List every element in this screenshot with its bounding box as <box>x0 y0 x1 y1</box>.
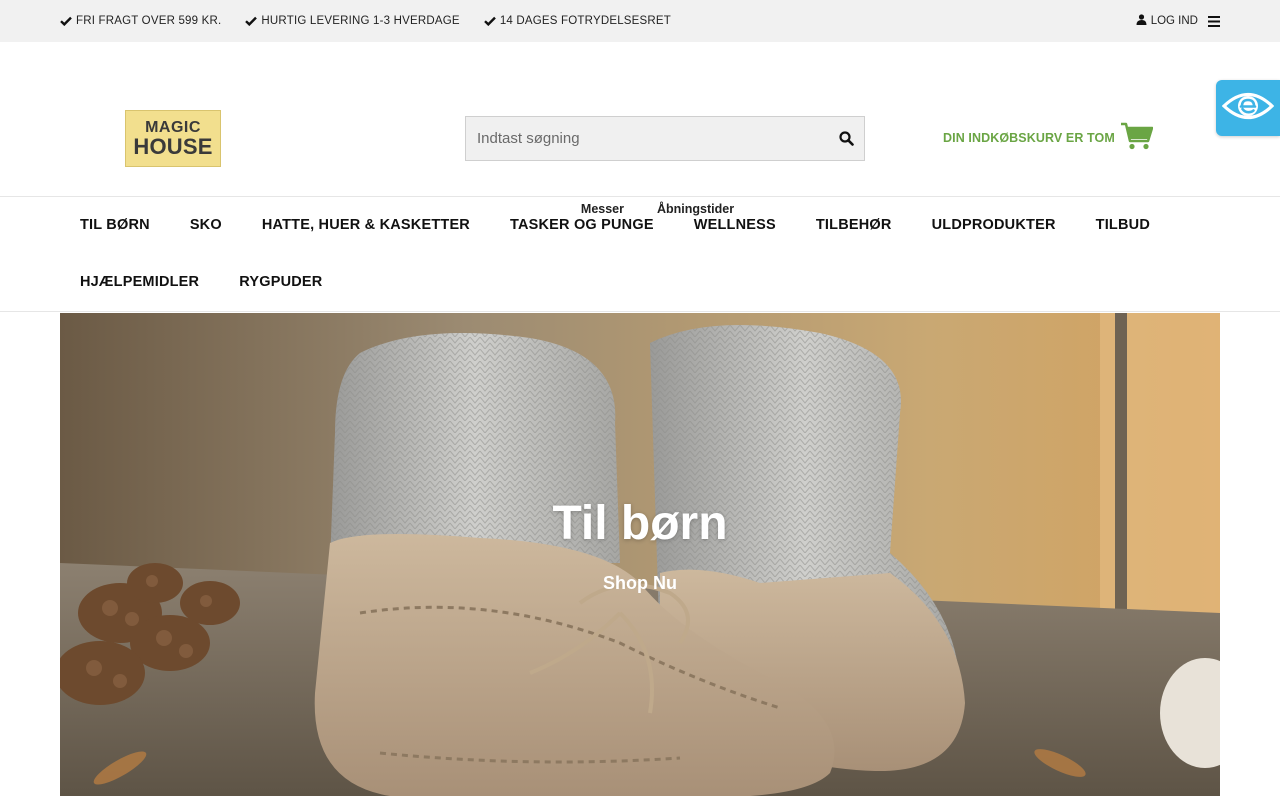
nav-item-hjaelpemidler[interactable]: HJÆLPEMIDLER <box>80 274 199 290</box>
hero-shop-now-button[interactable]: Shop Nu <box>0 573 1280 594</box>
site-header: MAGIC HOUSE DIN INDKØBSKURV ER TOM Messe… <box>0 42 1280 216</box>
nav-row: HJÆLPEMIDLER RYGPUDER <box>80 274 322 290</box>
nav-item-tasker-og-punge[interactable]: TASKER OG PUNGE <box>510 217 654 233</box>
accessibility-widget-button[interactable] <box>1216 80 1280 136</box>
user-icon <box>1136 14 1147 28</box>
hero-banner[interactable] <box>60 313 1220 796</box>
cart-status-text: DIN INDKØBSKURV ER TOM <box>943 131 1115 145</box>
logo-line-2: HOUSE <box>133 133 213 159</box>
nav-row: TIL BØRN SKO HATTE, HUER & KASKETTER TAS… <box>80 217 1150 233</box>
search-icon[interactable] <box>828 117 864 160</box>
cart-link[interactable]: DIN INDKØBSKURV ER TOM <box>943 122 1154 155</box>
shopping-cart-icon <box>1120 122 1154 155</box>
nav-item-uldprodukter[interactable]: ULDPRODUKTER <box>932 217 1056 233</box>
nav-item-sko[interactable]: SKO <box>190 217 222 233</box>
hero-image <box>60 313 1220 796</box>
usp-text: HURTIG LEVERING 1-3 HVERDAGE <box>261 15 460 27</box>
usp-item: 14 DAGES FOTRYDELSESRET <box>483 15 671 27</box>
usp-text: FRI FRAGT OVER 599 KR. <box>76 15 222 27</box>
main-navigation: TIL BØRN SKO HATTE, HUER & KASKETTER TAS… <box>0 197 1280 312</box>
hero-title: Til børn <box>552 497 728 550</box>
nav-item-til-born[interactable]: TIL BØRN <box>80 217 150 233</box>
check-icon <box>483 16 496 26</box>
hamburger-menu-icon[interactable] <box>1208 15 1220 27</box>
search-input[interactable] <box>466 117 828 160</box>
login-link[interactable]: LOG IND <box>1136 14 1198 28</box>
nav-item-rygpuder[interactable]: RYGPUDER <box>239 274 322 290</box>
nav-item-tilbehor[interactable]: TILBEHØR <box>816 217 892 233</box>
usp-list: FRI FRAGT OVER 599 KR. HURTIG LEVERING 1… <box>60 0 671 42</box>
usp-text: 14 DAGES FOTRYDELSESRET <box>499 15 671 27</box>
check-icon <box>60 16 72 26</box>
nav-item-tilbud[interactable]: TILBUD <box>1096 217 1150 233</box>
usp-item: FRI FRAGT OVER 599 KR. <box>60 15 221 27</box>
top-bar: FRI FRAGT OVER 599 KR. HURTIG LEVERING 1… <box>0 0 1280 42</box>
check-icon <box>245 16 258 26</box>
login-label: LOG IND <box>1150 15 1198 27</box>
account-area: LOG IND <box>1136 0 1220 42</box>
usp-item: HURTIG LEVERING 1-3 HVERDAGE <box>245 15 460 27</box>
nav-item-wellness[interactable]: WELLNESS <box>694 217 776 233</box>
nav-item-hatte-huer-kasketter[interactable]: HATTE, HUER & KASKETTER <box>262 217 470 233</box>
search-bar <box>465 116 865 161</box>
eye-icon <box>1221 89 1275 128</box>
site-logo[interactable]: MAGIC HOUSE <box>125 110 221 167</box>
